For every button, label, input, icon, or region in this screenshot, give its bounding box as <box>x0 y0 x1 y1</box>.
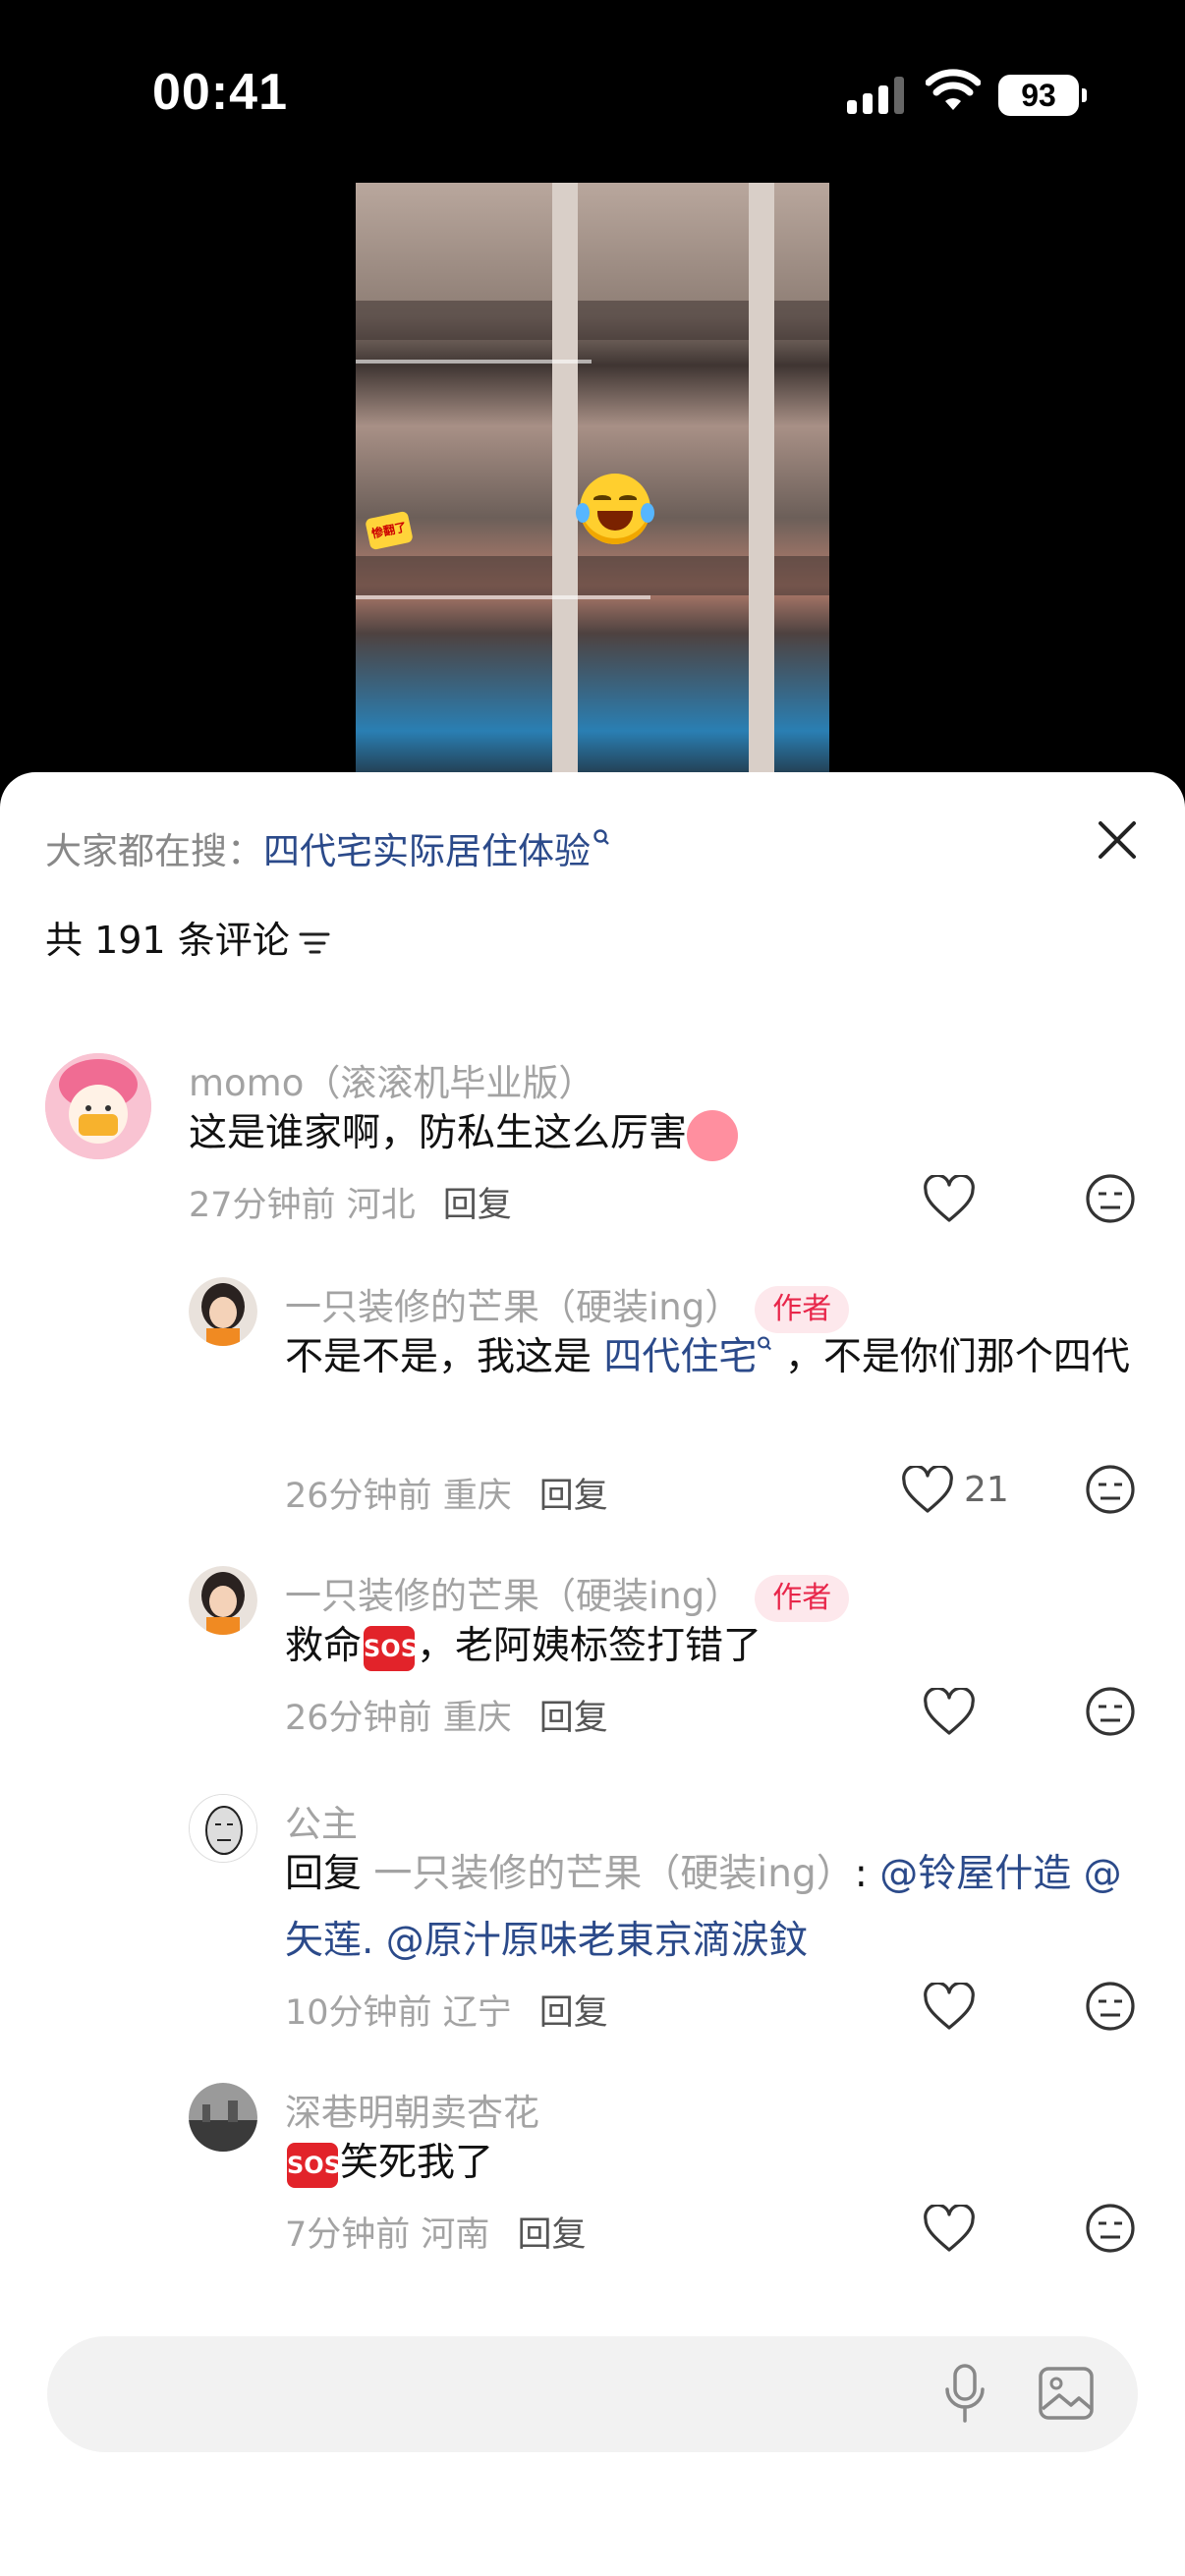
comment-location: 重庆 <box>442 1699 512 1738</box>
reply-button[interactable]: 回复 <box>539 1993 608 2033</box>
video-pillar <box>552 183 578 792</box>
comment-location: 河南 <box>421 2215 490 2255</box>
like-count: 21 <box>964 1470 1009 1510</box>
sos-emoji: SOS <box>287 2142 341 2188</box>
dislike-face-icon[interactable] <box>1085 2203 1136 2254</box>
comment-time: 26分钟前 <box>285 1477 432 1516</box>
comment-meta: 27分钟前 河北 回复 <box>189 1177 512 1227</box>
comment-location: 辽宁 <box>442 1993 512 2033</box>
signal-icon <box>847 77 904 114</box>
heart-icon[interactable] <box>923 1688 976 1737</box>
search-prefix: 大家都在搜： <box>45 830 263 872</box>
avatar-image <box>189 2083 257 2152</box>
comment-text: 这是谁家啊，防私生这么厉害 <box>189 1100 1132 1167</box>
close-icon[interactable] <box>1093 815 1142 865</box>
commenter-name[interactable]: 深巷明朝卖杏花 <box>285 2083 539 2136</box>
dislike-face-icon[interactable] <box>1085 1173 1136 1224</box>
video-railing <box>356 595 650 599</box>
status-bar: 00:41 93 <box>0 0 1185 187</box>
comment-body-rest: ，老阿姨标签打错了 <box>417 1624 762 1668</box>
dislike-face-icon[interactable] <box>1085 1464 1136 1515</box>
comment-input[interactable] <box>47 2336 1138 2452</box>
video-pillar <box>749 183 774 792</box>
comment-text: 回复 一只装修的芒果（硬装ing）: @铃屋什造 @矢莲. @原汁原味老東京滴涙… <box>285 1841 1130 1975</box>
commenter-name[interactable]: momo（滚滚机毕业版） <box>189 1053 594 1106</box>
sos-emoji: SOS <box>364 1625 418 1671</box>
avatar[interactable] <box>189 1277 257 1346</box>
comment-time: 27分钟前 <box>189 1186 336 1225</box>
comment-time: 10分钟前 <box>285 1993 432 2033</box>
commenter-name-text: 一只装修的芒果（硬装ing） <box>285 1575 742 1617</box>
reply-button[interactable]: 回复 <box>539 1699 608 1738</box>
comment-meta: 7分钟前 河南 回复 <box>285 2207 586 2257</box>
home-area <box>0 2476 1185 2576</box>
search-keyword-link[interactable]: 四代宅实际居住体验 <box>263 830 591 872</box>
comment-body: 救命 <box>285 1624 363 1668</box>
status-time: 00:41 <box>152 64 288 121</box>
comment-text: 不是不是，我这是 四代住宅 ，不是你们那个四代 <box>285 1324 1130 1391</box>
avatar[interactable] <box>189 1566 257 1635</box>
avatar-image <box>45 1053 151 1159</box>
comment-location: 河北 <box>346 1186 416 1225</box>
comment-location: 重庆 <box>442 1477 512 1516</box>
search-icon <box>593 828 609 845</box>
avatar[interactable] <box>189 2083 257 2152</box>
comment-meta: 10分钟前 辽宁 回复 <box>285 1985 608 2035</box>
heart-icon[interactable] <box>901 1466 954 1515</box>
comment-count[interactable]: 共 191 条评论 <box>45 910 331 964</box>
reply-button[interactable]: 回复 <box>443 1186 512 1225</box>
wifi-icon <box>926 69 981 110</box>
reply-button[interactable]: 回复 <box>517 2215 586 2255</box>
avatar[interactable] <box>189 1794 257 1863</box>
dislike-face-icon[interactable] <box>1085 1686 1136 1737</box>
comment-time: 26分钟前 <box>285 1699 432 1738</box>
comment-meta: 26分钟前 重庆 回复 <box>285 1468 608 1518</box>
comment-body-rest: ，不是你们那个四代 <box>772 1335 1130 1379</box>
crying-emoji <box>687 1109 739 1161</box>
commenter-name[interactable]: 公主 <box>285 1794 358 1847</box>
comment-body: 不是不是，我这是 <box>285 1335 604 1379</box>
video-player[interactable]: 惨翻了 <box>356 183 829 792</box>
commenter-name-text: 一只装修的芒果（硬装ing） <box>285 1286 742 1328</box>
avatar-image <box>189 1566 257 1635</box>
avatar[interactable] <box>45 1053 151 1159</box>
topic-link[interactable]: 四代住宅 <box>603 1335 757 1379</box>
reply-colon: : <box>854 1852 880 1896</box>
heart-icon[interactable] <box>923 2205 976 2254</box>
comment-text: 救命SOS，老阿姨标签打错了 <box>285 1613 1130 1680</box>
avatar-image <box>189 1277 257 1346</box>
text-sticker: 惨翻了 <box>365 510 414 551</box>
heart-icon[interactable] <box>923 1175 976 1224</box>
comment-meta: 26分钟前 重庆 回复 <box>285 1690 608 1740</box>
comment-time: 7分钟前 <box>285 2215 411 2255</box>
reply-target[interactable]: 一只装修的芒果（硬装ing） <box>373 1852 854 1896</box>
search-suggestion[interactable]: 大家都在搜：四代宅实际居住体验 <box>45 821 610 874</box>
comment-text: SOS笑死我了 <box>285 2130 1130 2197</box>
battery-indicator: 93 <box>998 75 1087 116</box>
comment-count-label: 共 191 条评论 <box>45 919 290 962</box>
heart-icon[interactable] <box>923 1983 976 2032</box>
comment-sheet: 大家都在搜：四代宅实际居住体验 共 191 条评论 momo（滚滚机毕业版） 这… <box>0 772 1185 2576</box>
filter-icon[interactable] <box>298 928 331 958</box>
comment-body: 笑死我了 <box>340 2141 494 2185</box>
reply-button[interactable]: 回复 <box>539 1477 608 1516</box>
comment-body: 这是谁家啊，防私生这么厉害 <box>189 1111 688 1155</box>
dislike-face-icon[interactable] <box>1085 1981 1136 2032</box>
avatar-image <box>190 1795 256 1862</box>
search-icon <box>758 1336 772 1351</box>
laughing-emoji-sticker <box>576 474 654 544</box>
reply-prefix: 回复 <box>285 1852 374 1896</box>
image-icon[interactable] <box>1038 2364 1095 2423</box>
mic-icon[interactable] <box>941 2362 988 2427</box>
video-railing <box>356 360 592 364</box>
